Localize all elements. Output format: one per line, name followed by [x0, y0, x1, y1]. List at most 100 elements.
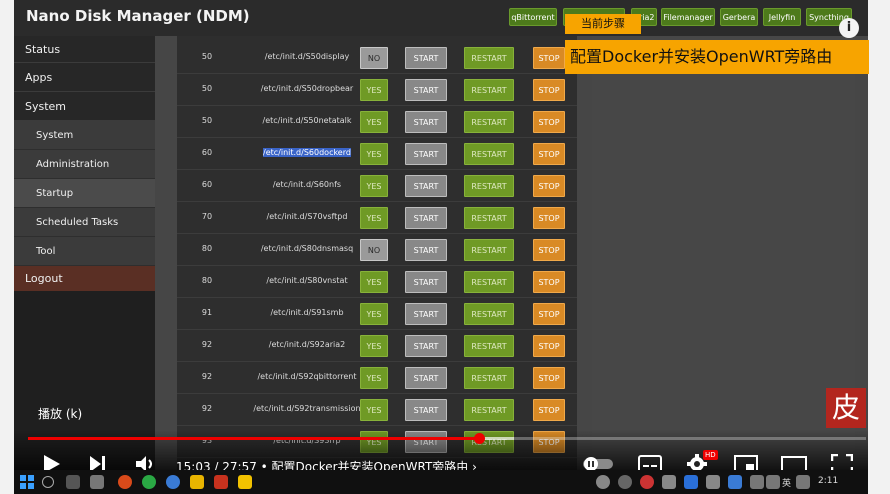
- browser-icon[interactable]: [118, 475, 132, 489]
- network-icon[interactable]: [750, 475, 764, 489]
- start-button[interactable]: START: [405, 335, 447, 357]
- script-path-cell: /etc/init.d/S92transmission: [237, 404, 377, 413]
- speaker-icon[interactable]: [766, 475, 780, 489]
- bluetooth-icon[interactable]: [728, 475, 742, 489]
- priority-cell: 92: [201, 404, 213, 413]
- table-row: 60/etc/init.d/S60dockerd YES START RESTART S…: [177, 138, 577, 170]
- enable-toggle-button[interactable]: YES: [360, 207, 388, 229]
- startup-table: 50/etc/init.d/S50display NO START RESTART ST…: [177, 36, 577, 470]
- restart-button[interactable]: RESTART: [464, 399, 514, 421]
- script-path-text: /etc/init.d/S60nfs: [272, 180, 342, 189]
- start-button[interactable]: START: [405, 207, 447, 229]
- restart-button[interactable]: RESTART: [464, 143, 514, 165]
- restart-button[interactable]: RESTART: [464, 47, 514, 69]
- restart-button[interactable]: RESTART: [464, 239, 514, 261]
- stop-button[interactable]: STOP: [533, 271, 565, 293]
- restart-button[interactable]: RESTART: [464, 335, 514, 357]
- enable-toggle-button[interactable]: NO: [360, 47, 388, 69]
- script-path-cell: /etc/init.d/S92aria2: [237, 340, 377, 349]
- start-button[interactable]: START: [405, 143, 447, 165]
- tray-icon-4[interactable]: [662, 475, 676, 489]
- tray-icon-3[interactable]: [640, 475, 654, 489]
- wechat-icon[interactable]: [142, 475, 156, 489]
- enable-toggle-button[interactable]: YES: [360, 335, 388, 357]
- enable-toggle-button[interactable]: YES: [360, 303, 388, 325]
- stop-button[interactable]: STOP: [533, 79, 565, 101]
- enable-toggle-button[interactable]: NO: [360, 239, 388, 261]
- restart-button[interactable]: RESTART: [464, 207, 514, 229]
- sidebar-item-logout[interactable]: Logout: [14, 266, 155, 291]
- nav-gerbera[interactable]: Gerbera: [720, 8, 758, 26]
- stop-button[interactable]: STOP: [533, 175, 565, 197]
- start-button[interactable]: START: [405, 239, 447, 261]
- stop-button[interactable]: STOP: [533, 143, 565, 165]
- sidebar-item-status[interactable]: Status: [14, 36, 155, 63]
- enable-toggle-button[interactable]: YES: [360, 271, 388, 293]
- stop-button[interactable]: STOP: [533, 239, 565, 261]
- tray-icon-6[interactable]: [706, 475, 720, 489]
- sidebar-item-system[interactable]: System: [14, 92, 155, 121]
- content-empty-panel: [592, 36, 855, 470]
- restart-button[interactable]: RESTART: [464, 79, 514, 101]
- progress-bar[interactable]: [28, 433, 866, 444]
- enable-toggle-button[interactable]: YES: [360, 175, 388, 197]
- sidebar-subitem-tool[interactable]: Tool: [14, 237, 155, 266]
- restart-button[interactable]: RESTART: [464, 111, 514, 133]
- start-button[interactable]: START: [405, 271, 447, 293]
- stop-button[interactable]: STOP: [533, 399, 565, 421]
- restart-button[interactable]: RESTART: [464, 271, 514, 293]
- priority-cell: 50: [201, 84, 213, 93]
- nav-jellyfin[interactable]: Jellyfin: [763, 8, 801, 26]
- stop-button[interactable]: STOP: [533, 207, 565, 229]
- sidebar-subitem-startup[interactable]: Startup: [14, 179, 155, 208]
- stop-button[interactable]: STOP: [533, 111, 565, 133]
- start-button[interactable]: START: [405, 175, 447, 197]
- start-button[interactable]: START: [405, 111, 447, 133]
- chrome-icon[interactable]: [166, 475, 180, 489]
- sidebar-subitem-administration[interactable]: Administration: [14, 150, 155, 179]
- keyboard-icon[interactable]: [796, 475, 810, 489]
- taskbar-app-icon[interactable]: [90, 475, 104, 489]
- stop-button[interactable]: STOP: [533, 303, 565, 325]
- table-row: 80/etc/init.d/S80dnsmasq NO START RESTART ST…: [177, 234, 577, 266]
- tray-icon-1[interactable]: [596, 475, 610, 489]
- enable-toggle-button[interactable]: YES: [360, 367, 388, 389]
- tray-icon-2[interactable]: [618, 475, 632, 489]
- current-step-title: 配置Docker并安装OpenWRT旁路由: [565, 40, 869, 74]
- search-icon[interactable]: [42, 476, 54, 488]
- enable-toggle-button[interactable]: YES: [360, 143, 388, 165]
- file-explorer-icon[interactable]: [190, 475, 204, 489]
- start-button[interactable]: START: [405, 367, 447, 389]
- restart-button[interactable]: RESTART: [464, 367, 514, 389]
- sidebar-subitem-scheduled-tasks[interactable]: Scheduled Tasks: [14, 208, 155, 237]
- info-icon[interactable]: i: [839, 18, 859, 38]
- progress-scrubber-handle[interactable]: [473, 433, 485, 444]
- enable-toggle-button[interactable]: YES: [360, 79, 388, 101]
- script-path-cell: /etc/init.d/S50display: [237, 52, 377, 61]
- tray-icon-5[interactable]: [684, 475, 698, 489]
- content-area: 50/etc/init.d/S50display NO START RESTART ST…: [155, 36, 868, 470]
- task-view-icon[interactable]: [66, 475, 80, 489]
- nav-filemanager[interactable]: Filemanager: [661, 8, 715, 26]
- table-row: 92/etc/init.d/S92qbittorrent YES START REST…: [177, 362, 577, 394]
- windows-start-icon[interactable]: [20, 475, 34, 489]
- enable-toggle-button[interactable]: YES: [360, 111, 388, 133]
- start-button[interactable]: START: [405, 399, 447, 421]
- start-button[interactable]: START: [405, 303, 447, 325]
- start-button[interactable]: START: [405, 47, 447, 69]
- sidebar-subitem-system[interactable]: System: [14, 121, 155, 150]
- start-button[interactable]: START: [405, 79, 447, 101]
- taskbar-app-red-icon[interactable]: [214, 475, 228, 489]
- taskbar-app-yellow-icon[interactable]: [238, 475, 252, 489]
- sidebar-item-apps[interactable]: Apps: [14, 63, 155, 92]
- restart-button[interactable]: RESTART: [464, 175, 514, 197]
- stop-button[interactable]: STOP: [533, 335, 565, 357]
- stop-button[interactable]: STOP: [533, 367, 565, 389]
- script-path-cell: /etc/init.d/S60dockerd: [237, 148, 377, 157]
- taskbar-clock[interactable]: 2:11: [818, 476, 838, 486]
- restart-button[interactable]: RESTART: [464, 303, 514, 325]
- stop-button[interactable]: STOP: [533, 47, 565, 69]
- nav-qbittorrent[interactable]: qBittorrent: [509, 8, 557, 26]
- ime-indicator[interactable]: 英: [782, 476, 791, 489]
- enable-toggle-button[interactable]: YES: [360, 399, 388, 421]
